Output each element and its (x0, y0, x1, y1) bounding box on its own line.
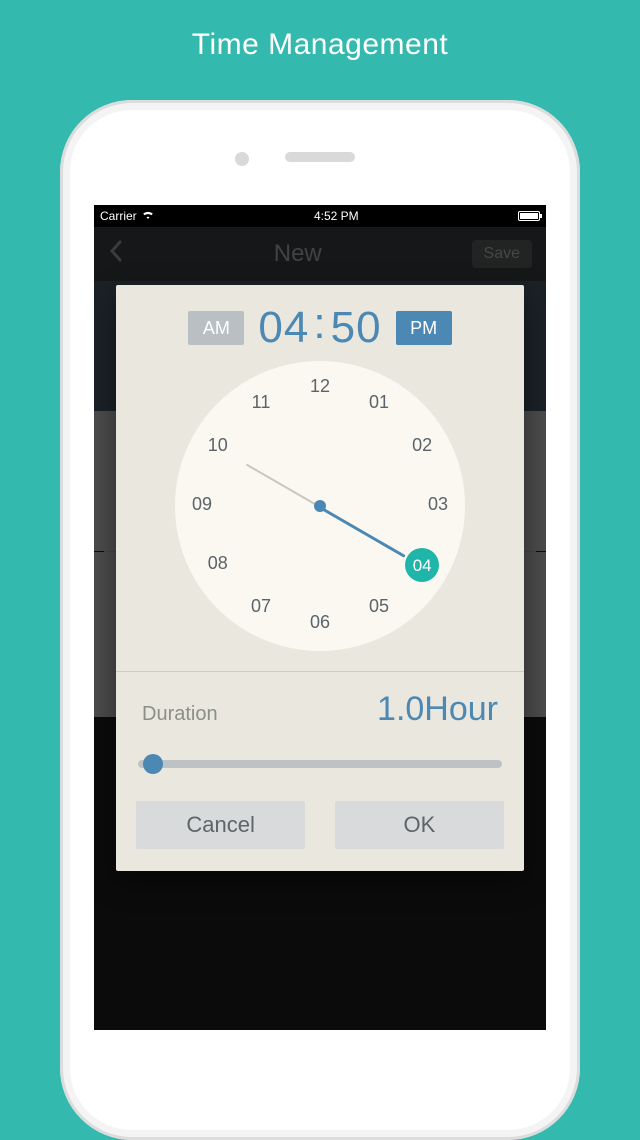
time-display-row: AM 04 : 50 PM (136, 303, 504, 353)
minute-value[interactable]: 50 (331, 303, 382, 353)
clock-number[interactable]: 12 (304, 376, 336, 400)
clock-number[interactable]: 09 (186, 494, 218, 518)
cancel-button[interactable]: Cancel (136, 801, 305, 849)
clock-number[interactable]: 10 (202, 435, 234, 459)
slider-track (138, 760, 502, 768)
battery-icon (518, 211, 540, 221)
duration-slider[interactable] (138, 751, 502, 777)
clock-number-selected[interactable]: 04 (405, 548, 439, 582)
phone-camera-icon (235, 152, 249, 166)
divider (116, 671, 524, 672)
slider-thumb[interactable] (143, 754, 163, 774)
carrier-label: Carrier (100, 209, 137, 223)
clock-number[interactable]: 02 (406, 435, 438, 459)
pm-toggle[interactable]: PM (396, 311, 452, 345)
promo-title: Time Management (0, 0, 640, 62)
status-bar: Carrier 4:52 PM (94, 205, 546, 227)
phone-speaker-icon (285, 152, 355, 162)
minute-hand (246, 464, 321, 508)
duration-row: Duration 1.0Hour (136, 690, 504, 735)
wifi-icon (141, 209, 155, 223)
clock-number[interactable]: 03 (422, 494, 454, 518)
clock-number[interactable]: 08 (202, 553, 234, 577)
time-picker-modal: AM 04 : 50 PM 12 01 02 03 04 05 06 07 08 09 10 11 (116, 285, 524, 871)
clock-face[interactable]: 12 01 02 03 04 05 06 07 08 09 10 11 (175, 361, 465, 651)
phone-frame: Carrier 4:52 PM New Save (60, 100, 580, 1140)
clock-number[interactable]: 07 (245, 596, 277, 620)
hour-hand[interactable] (319, 506, 405, 558)
clock-pivot-icon (314, 500, 326, 512)
clock-number[interactable]: 11 (245, 392, 277, 416)
phone-screen: Carrier 4:52 PM New Save (94, 205, 546, 1030)
am-toggle[interactable]: AM (188, 311, 244, 345)
time-colon: : (313, 299, 326, 349)
modal-button-row: Cancel OK (136, 801, 504, 849)
duration-value: 1.0Hour (377, 690, 498, 729)
clock-number[interactable]: 05 (363, 596, 395, 620)
clock-number[interactable]: 06 (304, 612, 336, 636)
duration-label: Duration (142, 703, 218, 726)
hour-value[interactable]: 04 (258, 303, 309, 353)
phone-inner: Carrier 4:52 PM New Save (70, 110, 570, 1130)
ok-button[interactable]: OK (335, 801, 504, 849)
clock-number[interactable]: 01 (363, 392, 395, 416)
statusbar-time: 4:52 PM (314, 209, 359, 223)
time-readout: 04 : 50 (258, 303, 381, 353)
